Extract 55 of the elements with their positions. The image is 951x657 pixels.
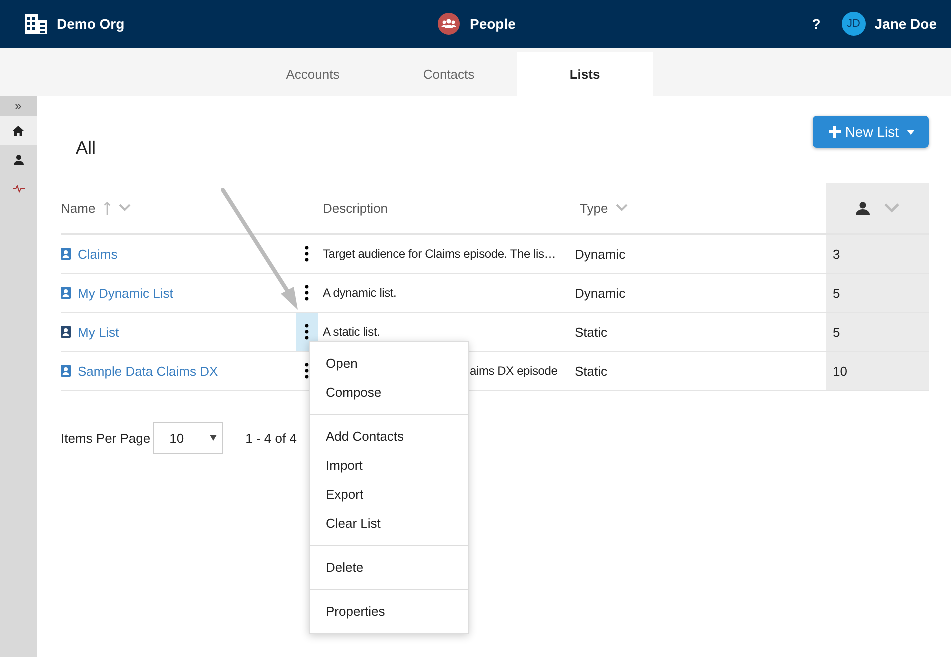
new-list-button[interactable]: New List (813, 116, 929, 148)
plus-icon (829, 126, 842, 138)
building-icon (24, 14, 48, 34)
kebab-icon (305, 363, 309, 379)
tab[interactable]: Lists (517, 52, 653, 96)
table-cell: A static list. (323, 325, 380, 339)
user-avatar[interactable]: JD (842, 12, 866, 36)
app-title: People (470, 16, 516, 32)
table-cell: 5 (833, 324, 840, 340)
table-cell: 3 (833, 246, 840, 262)
kebab-icon (305, 285, 309, 301)
table-cell: aims DX episode (470, 364, 558, 378)
tab[interactable]: Accounts (245, 52, 381, 96)
table-cell: 10 (833, 364, 848, 378)
table-cell: Dynamic (575, 246, 626, 262)
kebab-icon (305, 324, 309, 340)
menu-item[interactable]: Compose (310, 378, 468, 407)
home-icon (13, 126, 24, 136)
help-button[interactable]: ? (808, 16, 825, 32)
menu-item[interactable]: Export (310, 480, 468, 509)
tab[interactable]: Contacts (381, 52, 517, 96)
org-name[interactable]: Demo Org (57, 16, 125, 32)
page-range: 1 - 4 of 4 (246, 430, 297, 446)
per-page-select[interactable]: 10 (152, 422, 223, 454)
list-name-link[interactable]: My List (78, 324, 120, 340)
page-title: All (76, 138, 96, 159)
menu-item[interactable]: Add Contacts (310, 422, 468, 451)
table-cell: 5 (833, 286, 840, 300)
column-header[interactable]: Description (323, 200, 388, 216)
person-icon (14, 154, 24, 164)
table-cell: Target audience for Claims episode. The lis… (323, 247, 556, 261)
menu-item[interactable]: Properties (310, 597, 468, 626)
caret-icon (907, 130, 915, 134)
menu-item[interactable]: Import (310, 451, 468, 480)
kebab-icon (305, 246, 309, 262)
table-cell: Dynamic (575, 286, 626, 300)
list-name-link[interactable]: Sample Data Claims DX (78, 364, 218, 378)
activity-icon (12, 184, 24, 192)
list-name-link[interactable]: Claims (78, 246, 118, 262)
expand-toggle[interactable]: » (0, 96, 37, 116)
menu-item[interactable]: Open (310, 349, 468, 378)
column-header[interactable]: Type (580, 200, 608, 216)
items-per-page-label: Items Per Page (61, 430, 151, 446)
user-name[interactable]: Jane Doe (874, 16, 937, 32)
table-cell: Static (575, 324, 608, 340)
table-cell: A dynamic list. (323, 286, 397, 300)
sidebar-item[interactable] (0, 116, 37, 145)
caret-icon (210, 435, 217, 441)
column-header[interactable]: Name (61, 200, 96, 216)
menu-item[interactable]: Clear List (310, 509, 468, 538)
table-cell: Static (575, 364, 608, 378)
person-icon (856, 202, 870, 214)
list-name-link[interactable]: My Dynamic List (78, 286, 174, 300)
menu-item[interactable]: Delete (310, 553, 468, 582)
people-icon (438, 13, 460, 35)
